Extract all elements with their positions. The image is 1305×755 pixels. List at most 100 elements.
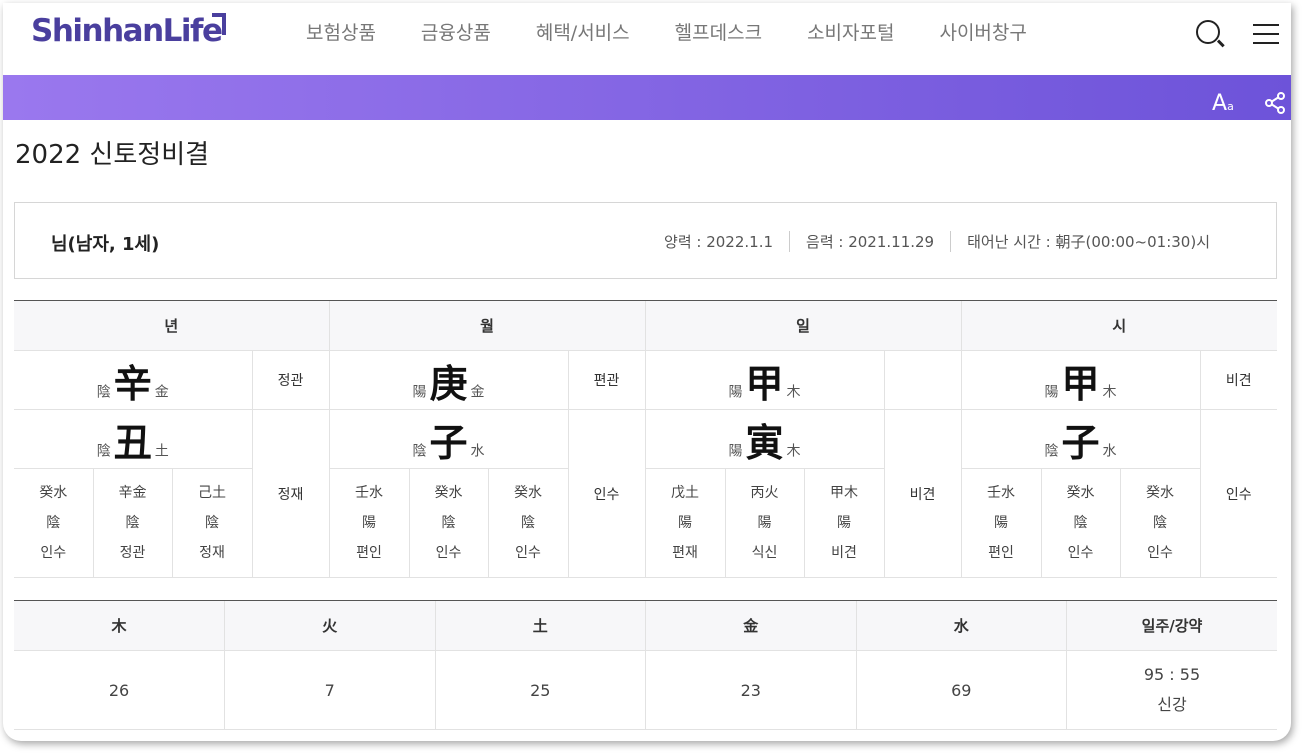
- hidden-stem-yinyang: 陰: [1153, 515, 1167, 531]
- header-wood: 木: [14, 600, 225, 651]
- month-branch-element: 水: [470, 443, 485, 459]
- hidden-stem-char: 甲木: [830, 485, 858, 501]
- hidden-stem-char: 壬水: [355, 485, 383, 501]
- solar-date: 양력 : 2022.1.1: [664, 233, 774, 251]
- search-icon[interactable]: [1196, 20, 1220, 44]
- profile-meta: 양력 : 2022.1.1 음력 : 2021.11.29 태어난 시간 : 朝…: [648, 231, 1226, 252]
- hidden-stem-relation: 정관: [119, 545, 146, 561]
- main-nav: 보험상품 금융상품 혜택/서비스 헬프데스크 소비자포털 사이버창구: [306, 18, 1072, 45]
- hidden-stem-char: 壬水: [987, 485, 1015, 501]
- hidden-stem-char: 癸水: [434, 485, 463, 501]
- strength-label: 신강: [1157, 695, 1187, 714]
- hidden-stem-relation: 정재: [199, 545, 225, 561]
- year-stem-char: 辛: [113, 361, 152, 406]
- value-water: 69: [855, 650, 1067, 730]
- page-title: 2022 신토정비결: [15, 140, 210, 170]
- year-branch-element: 土: [154, 443, 169, 459]
- day-branch-cell: 陽寅木: [644, 409, 885, 469]
- day-branch-char: 寅: [745, 420, 784, 465]
- hidden-stem-yinyang: 陽: [362, 515, 376, 531]
- hidden-stem-yinyang: 陽: [837, 515, 851, 531]
- nav-item-finance[interactable]: 금융상품: [421, 18, 491, 45]
- hour-stem-yinyang: 陽: [1044, 384, 1059, 400]
- header-metal: 金: [645, 600, 856, 651]
- profile-name: 님(남자, 1세): [51, 234, 160, 255]
- site-logo[interactable]: ShinhanLife: [31, 13, 223, 49]
- hidden-stem-relation: 편재: [672, 545, 698, 561]
- menu-icon[interactable]: [1253, 22, 1279, 46]
- hour-stem-cell: 陽甲木: [960, 350, 1201, 410]
- nav-item-consumer-portal[interactable]: 소비자포털: [807, 18, 894, 45]
- hidden-stem-yinyang: 陽: [678, 515, 692, 531]
- value-strength: 95 : 55 신강: [1066, 650, 1277, 730]
- hidden-stem-yinyang: 陰: [205, 515, 219, 531]
- hidden-stem-relation: 편인: [356, 545, 382, 561]
- browser-frame: ShinhanLife 보험상품 금융상품 혜택/서비스 헬프데스크 소비자포털…: [3, 3, 1291, 741]
- month-stem-relation: 편관: [567, 350, 646, 410]
- day-stem-char: 甲: [745, 361, 784, 406]
- hidden-stem-yinyang: 陰: [1073, 515, 1088, 531]
- month-stem-cell: 陽庚金: [328, 350, 569, 410]
- header-year: 년: [14, 300, 329, 351]
- nav-item-cyber-window[interactable]: 사이버창구: [939, 18, 1026, 45]
- nav-item-insurance[interactable]: 보험상품: [306, 18, 376, 45]
- day-stem-yinyang: 陽: [728, 384, 743, 400]
- header-strength: 일주/강약: [1066, 600, 1277, 651]
- year-branch-char: 丑: [113, 420, 152, 465]
- share-icon[interactable]: [1264, 92, 1286, 114]
- value-metal: 23: [645, 650, 857, 730]
- hidden-stem-yinyang: 陰: [521, 515, 535, 531]
- year-stem-element: 金: [154, 384, 169, 400]
- hidden-stem-char: 辛金: [118, 485, 147, 501]
- hidden-stem-relation: 인수: [435, 545, 462, 561]
- hidden-stem-relation: 인수: [1067, 545, 1094, 561]
- hidden-stem-yinyang: 陰: [125, 515, 140, 531]
- day-branch-element: 木: [786, 443, 801, 459]
- header-month: 월: [328, 300, 645, 351]
- hidden-stem-char: 癸水: [1146, 485, 1174, 501]
- month-branch-cell: 陰子水: [328, 409, 569, 469]
- month-stem-yinyang: 陽: [412, 384, 427, 400]
- hour-branch-cell: 陰子水: [960, 409, 1201, 469]
- day-branch-yinyang: 陽: [728, 443, 743, 459]
- hour-hidden-stem-3: 癸水陰 인수: [1119, 468, 1200, 578]
- year-hidden-stem-1: 癸水陰 인수: [14, 468, 94, 578]
- saju-table: 년 월 일 시 陰辛金 정관 陽庚金 편관 陽甲木陽甲木 비견 陰丑土 정재 陰子水 인수 陽寅木 비…: [14, 300, 1277, 578]
- day-stem-cell: 陽甲木: [644, 350, 885, 410]
- header-fire: 火: [224, 600, 435, 651]
- header-water: 水: [855, 600, 1067, 651]
- hidden-stem-char: 癸水: [514, 485, 542, 501]
- hour-branch-relation: 인수: [1199, 409, 1277, 578]
- year-stem-cell: 陰辛金: [14, 350, 253, 410]
- hidden-stem-char: 癸水: [39, 485, 68, 501]
- year-hidden-stem-2: 辛金陰 정관: [92, 468, 173, 578]
- lunar-date: 음력 : 2021.11.29: [789, 231, 950, 252]
- nav-item-benefits[interactable]: 혜택/서비스: [536, 18, 630, 45]
- year-branch-yinyang: 陰: [96, 443, 111, 459]
- hidden-stem-char: 己土: [198, 485, 226, 501]
- month-stem-char: 庚: [429, 361, 468, 406]
- value-earth: 25: [434, 650, 646, 730]
- header-earth: 土: [434, 600, 646, 651]
- hour-stem-char: 甲: [1061, 361, 1100, 406]
- month-branch-yinyang: 陰: [412, 443, 427, 459]
- hidden-stem-relation: 식신: [751, 545, 778, 561]
- hidden-stem-yinyang: 陰: [441, 515, 456, 531]
- hour-branch-element: 水: [1102, 443, 1117, 459]
- hidden-stem-yinyang: 陰: [46, 515, 61, 531]
- hidden-stem-relation: 인수: [515, 545, 541, 561]
- month-hidden-stem-2: 癸水陰 인수: [408, 468, 489, 578]
- year-hidden-stem-3: 己土陰 정재: [171, 468, 253, 578]
- day-hidden-stem-1: 戊土陽 편재: [644, 468, 726, 578]
- hour-hidden-stem-2: 癸水陰 인수: [1040, 468, 1121, 578]
- hidden-stem-relation: 편인: [988, 545, 1014, 561]
- font-size-icon[interactable]: Aa: [1212, 91, 1234, 116]
- nav-item-helpdesk[interactable]: 헬프데스크: [675, 18, 762, 45]
- hidden-stem-char: 丙火: [750, 485, 779, 501]
- year-stem-relation: 정관: [251, 350, 330, 410]
- hidden-stem-relation: 인수: [1147, 545, 1173, 561]
- logo-mark-icon: [212, 13, 226, 35]
- hour-branch-char: 子: [1061, 420, 1100, 465]
- header-day: 일: [644, 300, 961, 351]
- year-branch-relation: 정재: [251, 409, 330, 578]
